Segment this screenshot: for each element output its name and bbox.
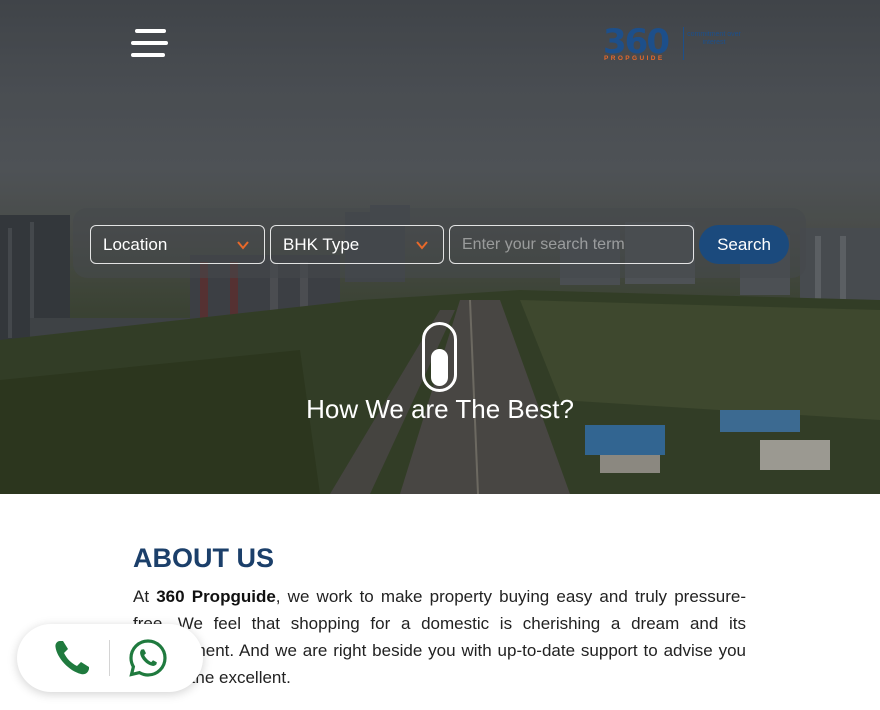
about-brand: 360 Propguide [156, 587, 276, 606]
scroll-mouse-icon[interactable] [422, 322, 457, 392]
chevron-down-icon [237, 241, 249, 250]
logo-tagline: commitment over interest [687, 31, 741, 46]
search-button[interactable]: Search [699, 225, 789, 264]
phone-icon[interactable] [52, 638, 92, 678]
hero-title: How We are The Best? [306, 394, 574, 424]
search-input[interactable] [450, 226, 693, 263]
brand-logo[interactable]: 360 PROPGUIDE commitment over interest [601, 22, 743, 66]
logo-divider [683, 27, 684, 60]
chevron-down-icon [416, 241, 428, 250]
about-title: ABOUT US [133, 543, 274, 573]
hero-banner: 360 PROPGUIDE commitment over interest L… [0, 0, 880, 494]
about-intro: At [133, 587, 157, 606]
contact-divider [109, 640, 110, 676]
about-paragraph: At 360 Propguide, we work to make proper… [133, 583, 746, 691]
location-select[interactable]: Location [90, 225, 265, 264]
whatsapp-icon[interactable] [128, 638, 168, 678]
scroll-wheel [431, 349, 448, 386]
contact-widget [17, 624, 203, 692]
hamburger-menu-icon[interactable] [131, 29, 168, 59]
bhk-type-label: BHK Type [283, 235, 360, 254]
logo-name: PROPGUIDE [604, 55, 665, 62]
search-input-wrapper [449, 225, 694, 264]
bhk-type-select[interactable]: BHK Type [270, 225, 444, 264]
location-label: Location [103, 235, 168, 254]
